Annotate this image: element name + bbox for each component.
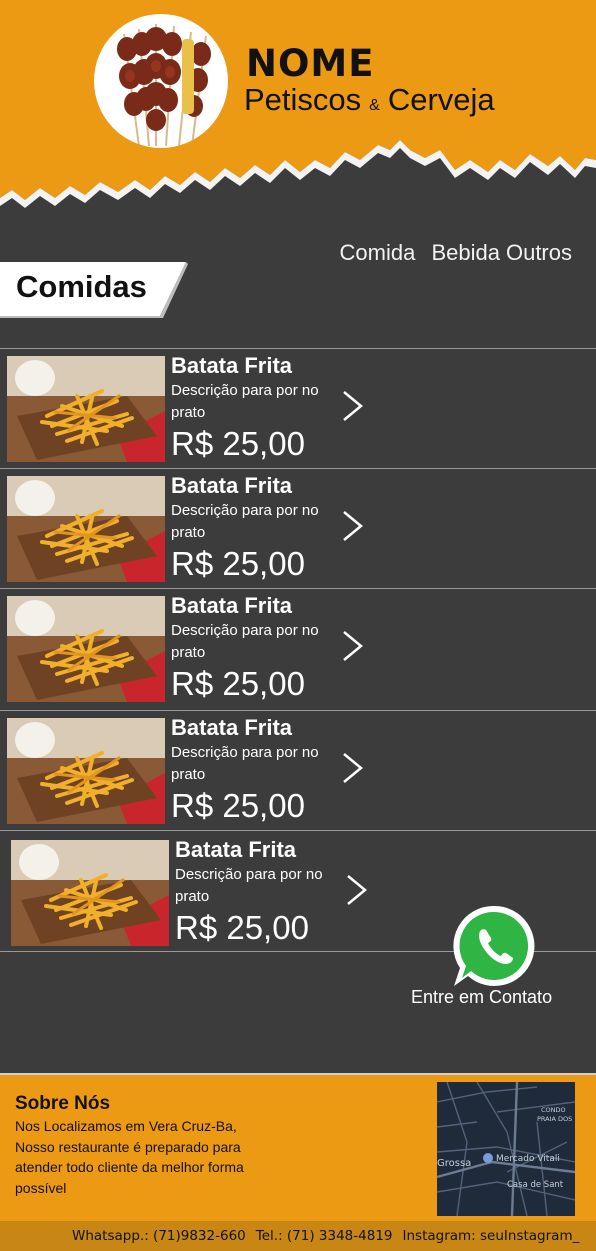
fries-photo [7,596,165,702]
map-label-mercado: Mercado Vitali [496,1154,560,1164]
item-title: Batata Frita [171,715,293,740]
menu-list: Batata Frita Descrição para por no prato… [0,348,596,952]
footer-whatsapp[interactable]: Whatsapp.: (71)9832-660 [72,1228,246,1244]
chevron-right-icon[interactable] [340,751,366,785]
footer-about: Sobre Nós Nos Localizamos em Vera Cruz-B… [0,1073,596,1221]
whatsapp-icon[interactable] [448,902,540,990]
item-price: R$ 25,00 [171,787,305,824]
brand-name: NOME [246,42,375,85]
item-title: Batata Frita [171,353,293,378]
item-description: Descrição para por no prato [171,502,319,541]
map-label-grossa: Grossa [437,1158,471,1169]
item-description: Descrição para por no prato [175,866,323,905]
chevron-right-icon[interactable] [340,389,366,423]
chevron-right-icon[interactable] [340,509,366,543]
chevron-right-icon[interactable] [344,873,370,907]
menu-item[interactable]: Batata Frita Descrição para por no prato… [0,348,596,468]
item-title: Batata Frita [171,593,293,618]
about-title: Sobre Nós [15,1093,111,1114]
nav-item-bebida[interactable]: Bebida [431,240,500,265]
location-map[interactable]: CONDO PRAIA DOS Grossa Mercado Vitali Ca… [437,1082,575,1216]
item-description: Descrição para por no prato [171,382,319,421]
menu-item[interactable]: Batata Frita Descrição para por no prato… [0,588,596,710]
nav-item-comida[interactable]: Comida [340,240,416,265]
chevron-right-icon[interactable] [340,629,366,663]
nav-item-outros[interactable]: Outros [506,240,572,265]
item-title: Batata Frita [171,473,293,498]
item-description: Descrição para por no prato [171,744,319,783]
bottom-contact-bar: Whatsapp.: (71)9832-660 Tel.: (71) 3348-4… [0,1221,596,1251]
item-price: R$ 25,00 [171,425,305,462]
fries-photo [7,718,165,824]
map-label-condo: CONDO [541,1106,566,1114]
item-price: R$ 25,00 [175,909,309,946]
fries-photo [11,840,169,946]
brand-subtitle: Petiscos & Cerveja [244,82,495,118]
header: NOME Petiscos & Cerveja [0,0,596,215]
item-title: Batata Frita [175,837,297,862]
section-title: Comidas [16,269,147,304]
category-nav: Comida Bebida Outros [330,240,572,266]
item-description: Descrição para por no prato [171,622,319,661]
brand-amp: & [369,97,380,114]
contact-info: Whatsapp.: (71)9832-660 Tel.: (71) 3348-4… [72,1228,589,1244]
item-price: R$ 25,00 [171,665,305,702]
menu-item[interactable]: Batata Frita Descrição para por no prato… [0,468,596,588]
about-text: Nos Localizamos em Vera Cruz-Ba, Nosso r… [15,1118,244,1196]
fries-photo [7,356,165,462]
skewers-icon [117,24,211,147]
item-price: R$ 25,00 [171,545,305,582]
brand-sub-left: Petiscos [244,82,362,117]
footer-instagram[interactable]: Instagram: seuInstagram_ [403,1228,580,1244]
footer-tel[interactable]: Tel.: (71) 3348-4819 [256,1228,393,1244]
brand-sub-right: Cerveja [387,82,495,117]
map-label-praia: PRAIA DOS [537,1115,572,1123]
contact-label[interactable]: Entre em Contato [411,987,552,1008]
menu-item[interactable]: Batata Frita Descrição para por no prato… [0,710,596,830]
map-label-casa: Casa de Sant [507,1180,564,1190]
fries-photo [7,476,165,582]
logo [94,14,228,148]
